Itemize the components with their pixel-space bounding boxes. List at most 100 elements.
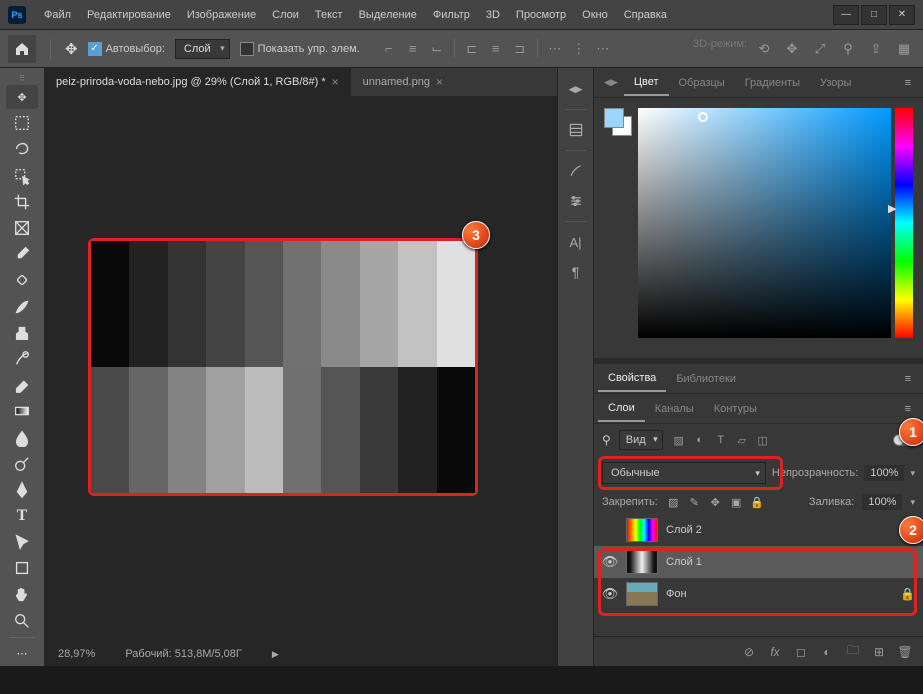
gradient-tool[interactable] — [6, 399, 38, 423]
group-layers-icon[interactable]: 🗀 — [845, 641, 861, 662]
tab-document-1[interactable]: peiz-priroda-voda-nebo.jpg @ 29% (Слой 1… — [44, 68, 351, 96]
layer-thumbnail[interactable] — [626, 518, 658, 542]
object-select-tool[interactable] — [6, 164, 38, 188]
menu-text[interactable]: Текст — [307, 5, 351, 25]
stamp-tool[interactable] — [6, 321, 38, 345]
filter-adjust-icon[interactable]: ◐ — [692, 432, 708, 448]
adjustment-layer-icon[interactable]: ◐ — [819, 645, 835, 659]
color-field[interactable] — [638, 108, 891, 338]
show-controls-option[interactable]: Показать упр. элем. — [240, 42, 360, 56]
status-arrow-icon[interactable]: ▶ — [272, 649, 279, 660]
lock-artboard-icon[interactable]: ▣ — [729, 495, 744, 510]
lock-transparency-icon[interactable]: ▨ — [666, 495, 681, 510]
lasso-tool[interactable] — [6, 137, 38, 161]
filter-shape-icon[interactable]: ▱ — [734, 432, 750, 448]
crop-tool[interactable] — [6, 190, 38, 214]
marquee-tool[interactable] — [6, 111, 38, 135]
hue-slider-thumb[interactable]: ▶ — [888, 202, 896, 215]
tab-color[interactable]: Цвет — [624, 70, 669, 96]
distribute-v-icon[interactable]: ⋮ — [568, 38, 590, 60]
align-vcenter-icon[interactable]: ≡ — [402, 38, 424, 60]
brush-settings-panel-icon[interactable] — [562, 188, 590, 214]
maximize-button[interactable]: □ — [861, 5, 887, 25]
eyedropper-tool[interactable] — [6, 242, 38, 266]
fg-bg-swatches[interactable] — [604, 108, 634, 348]
layer-name[interactable]: Слой 2 — [666, 524, 702, 536]
tab-libraries[interactable]: Библиотеки — [666, 367, 746, 391]
canvas[interactable]: 3 — [44, 96, 557, 642]
3d-pan-icon[interactable]: ✥ — [781, 38, 803, 60]
fill-value[interactable]: 100% — [862, 494, 902, 510]
layer-row-fon[interactable]: 👁 Фон 🔒 — [594, 578, 923, 610]
fg-color-swatch[interactable] — [604, 108, 624, 128]
menu-filter[interactable]: Фильтр — [425, 5, 478, 25]
layer-name[interactable]: Слой 1 — [666, 556, 702, 568]
workspace-icon[interactable]: ▦ — [893, 38, 915, 60]
filter-type-icon[interactable]: T — [713, 432, 729, 448]
brush-tool[interactable] — [6, 295, 38, 319]
panel-menu-icon[interactable]: ≡ — [897, 77, 919, 89]
home-button[interactable] — [8, 35, 36, 63]
align-left-icon[interactable]: ⊏ — [461, 38, 483, 60]
status-docinfo[interactable]: Рабочий: 513,8M/5,08Г — [125, 648, 242, 660]
lock-pixels-icon[interactable]: ✎ — [687, 495, 702, 510]
zoom-tool[interactable] — [6, 609, 38, 633]
type-tool[interactable]: T — [6, 504, 38, 528]
tab-swatches[interactable]: Образцы — [669, 71, 735, 95]
menu-edit[interactable]: Редактирование — [79, 5, 179, 25]
menu-window[interactable]: Окно — [574, 5, 616, 25]
layer-mask-icon[interactable]: ◻ — [793, 645, 809, 659]
menu-3d[interactable]: 3D — [478, 5, 508, 25]
align-bottom-icon[interactable]: ⌙ — [426, 38, 448, 60]
minimize-button[interactable]: — — [833, 5, 859, 25]
lock-all-icon[interactable]: 🔒 — [750, 495, 765, 510]
tab-channels[interactable]: Каналы — [645, 397, 704, 421]
hand-tool[interactable] — [6, 583, 38, 607]
pen-tool[interactable] — [6, 478, 38, 502]
menu-select[interactable]: Выделение — [351, 5, 425, 25]
link-layers-icon[interactable]: ⊘ — [741, 645, 757, 659]
search-icon[interactable]: ⚲ — [602, 433, 611, 447]
show-controls-checkbox[interactable] — [240, 42, 254, 56]
opacity-value[interactable]: 100% — [864, 465, 904, 481]
shape-tool[interactable] — [6, 556, 38, 580]
dodge-tool[interactable] — [6, 452, 38, 476]
layer-thumbnail[interactable] — [626, 582, 658, 606]
align-top-icon[interactable]: ⌐ — [378, 38, 400, 60]
status-zoom[interactable]: 28,97% — [58, 648, 95, 660]
menu-help[interactable]: Справка — [616, 5, 675, 25]
autoselect-checkbox[interactable]: ✓ — [88, 42, 102, 56]
blend-mode-dropdown[interactable]: Обычные — [602, 462, 766, 484]
hue-slider[interactable]: ▶ — [895, 108, 913, 338]
healing-tool[interactable] — [6, 268, 38, 292]
tab-properties[interactable]: Свойства — [598, 366, 666, 392]
autoselect-target-dropdown[interactable]: Слой — [175, 39, 230, 59]
tab-layers[interactable]: Слои — [598, 396, 645, 422]
lock-icon[interactable]: 🔒 — [900, 587, 915, 601]
history-brush-tool[interactable] — [6, 347, 38, 371]
paragraph-panel-icon[interactable]: ¶ — [562, 259, 590, 285]
layer-filter-kind-dropdown[interactable]: Вид — [619, 430, 663, 450]
layer-thumbnail[interactable] — [626, 550, 658, 574]
tab-document-2[interactable]: unnamed.png × — [351, 68, 455, 96]
layer-name[interactable]: Фон — [666, 588, 687, 600]
tab-close-icon[interactable]: × — [332, 75, 339, 89]
blur-tool[interactable] — [6, 425, 38, 449]
delete-layer-icon[interactable]: 🗑 — [897, 645, 913, 659]
tab-paths[interactable]: Контуры — [704, 397, 767, 421]
visibility-toggle[interactable]: 👁 — [602, 586, 618, 602]
tab-close-icon[interactable]: × — [436, 75, 443, 89]
opacity-dropdown-icon[interactable]: ▾ — [910, 468, 915, 479]
color-cursor[interactable] — [698, 112, 708, 122]
brushes-panel-icon[interactable] — [562, 158, 590, 184]
history-panel-icon[interactable] — [562, 117, 590, 143]
3d-walk-icon[interactable]: ⤢ — [809, 38, 831, 60]
panel-menu-icon[interactable]: ≡ — [897, 373, 919, 385]
new-layer-icon[interactable]: ⊞ — [871, 645, 887, 659]
layer-row-sloj1[interactable]: 👁 Слой 1 — [594, 546, 923, 578]
edit-toolbar[interactable]: ⋯ — [6, 642, 38, 666]
layer-row-sloj2[interactable]: Слой 2 — [594, 514, 923, 546]
filter-pixel-icon[interactable]: ▨ — [671, 432, 687, 448]
close-button[interactable]: ✕ — [889, 5, 915, 25]
toolbar-grip[interactable]: ⠿ — [6, 74, 38, 83]
